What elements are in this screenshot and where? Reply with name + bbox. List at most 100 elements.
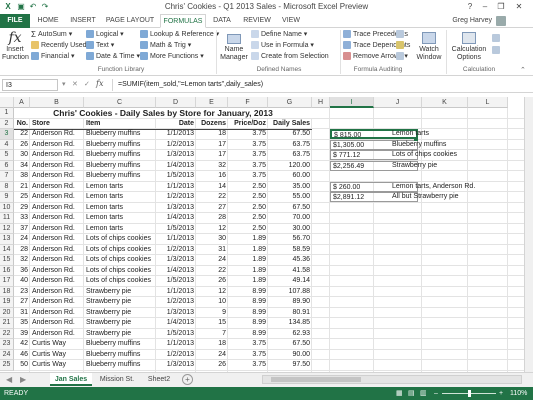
table-cell[interactable]: 90.00 <box>268 350 312 360</box>
table-cell[interactable]: 33 <box>14 213 30 223</box>
table-cell[interactable]: Lots of chips cookies <box>84 266 156 276</box>
column-header[interactable]: F <box>228 97 268 108</box>
error-checking-icon[interactable] <box>396 41 406 50</box>
summary-label-cell[interactable]: Blueberry muffins <box>390 140 500 150</box>
table-cell[interactable]: 1/1/2013 <box>156 129 196 139</box>
table-cell[interactable]: 1/5/2013 <box>156 224 196 234</box>
table-cell[interactable]: 62.93 <box>268 329 312 339</box>
table-cell[interactable]: Lemon tarts <box>84 192 156 202</box>
table-cell[interactable]: Anderson Rd. <box>30 171 84 181</box>
tab-home[interactable]: HOME <box>33 14 63 28</box>
zoom-slider-thumb[interactable] <box>468 390 471 397</box>
table-cell[interactable]: 120.00 <box>268 161 312 171</box>
table-cell[interactable]: 7 <box>196 329 228 339</box>
table-cell[interactable]: 42 <box>14 339 30 349</box>
table-cell[interactable]: Curtis Way <box>30 339 84 349</box>
table-cell[interactable]: 1/4/2013 <box>156 318 196 328</box>
row-header[interactable]: 14 <box>0 244 14 255</box>
formula-input[interactable]: =SUMIF(item_sold,"=Lemon tarts",daily_sa… <box>112 79 530 91</box>
enter-icon[interactable]: ✓ <box>84 80 90 88</box>
table-cell[interactable]: 1/4/2013 <box>156 266 196 276</box>
name-box-dropdown-icon[interactable]: ▾ <box>62 80 66 88</box>
table-cell[interactable]: Anderson Rd. <box>30 308 84 318</box>
table-cell[interactable]: 63.75 <box>268 150 312 160</box>
more-functions-button[interactable]: More Functions ▾ <box>140 52 204 61</box>
summary-label-cell[interactable]: All but Strawberry pie <box>390 192 500 202</box>
table-cell[interactable]: 35.00 <box>268 182 312 192</box>
table-cell[interactable]: Lots of chips cookies <box>84 276 156 286</box>
column-header[interactable]: L <box>468 97 508 108</box>
table-cell[interactable]: 25 <box>14 192 30 202</box>
lookup-reference-button[interactable]: Lookup & Reference ▾ <box>140 30 219 39</box>
table-cell[interactable]: Lemon tarts <box>84 203 156 213</box>
table-cell[interactable]: 30 <box>196 234 228 244</box>
table-cell[interactable]: 29 <box>14 203 30 213</box>
table-cell[interactable]: 1.89 <box>228 255 268 265</box>
table-cell[interactable]: 56.70 <box>268 234 312 244</box>
zoom-slider[interactable] <box>442 390 496 397</box>
recently-used-button[interactable]: Recently Used ▾ <box>31 41 92 50</box>
table-cell[interactable]: 10 <box>196 297 228 307</box>
table-cell[interactable]: 8.99 <box>228 329 268 339</box>
logical-button[interactable]: Logical ▾ <box>86 30 124 39</box>
table-cell[interactable]: 16 <box>196 171 228 181</box>
row-header[interactable]: 17 <box>0 276 14 287</box>
row-header[interactable]: 2 <box>0 118 14 129</box>
column-header[interactable]: C <box>84 97 156 108</box>
table-cell[interactable]: 24 <box>196 350 228 360</box>
use-in-formula-button[interactable]: Use in Formula ▾ <box>251 41 314 50</box>
table-cell[interactable]: 58.59 <box>268 245 312 255</box>
table-cell[interactable]: 8.99 <box>228 318 268 328</box>
summary-label-cell[interactable]: Strawberry pie <box>390 161 500 171</box>
table-cell[interactable]: 1.89 <box>228 266 268 276</box>
table-cell[interactable]: 63.75 <box>268 140 312 150</box>
row-header[interactable]: 16 <box>0 265 14 276</box>
table-cell[interactable]: Blueberry muffins <box>84 161 156 171</box>
user-name[interactable]: Greg Harvey <box>432 14 492 28</box>
table-cell[interactable]: 1/2/2013 <box>156 192 196 202</box>
table-cell[interactable]: 3.75 <box>228 360 268 370</box>
column-header[interactable]: B <box>30 97 84 108</box>
table-cell[interactable]: 3.75 <box>228 150 268 160</box>
table-cell[interactable]: 1/5/2013 <box>156 329 196 339</box>
table-cell[interactable]: 2.50 <box>228 203 268 213</box>
row-header[interactable]: 19 <box>0 297 14 308</box>
table-cell[interactable]: 1/3/2013 <box>156 308 196 318</box>
table-cell[interactable]: 24 <box>14 234 30 244</box>
zoom-in-icon[interactable]: + <box>499 387 503 400</box>
row-header[interactable]: 20 <box>0 307 14 318</box>
table-cell[interactable]: Curtis Way <box>30 350 84 360</box>
summary-label-cell[interactable]: Lemon tarts, Anderson Rd. <box>390 182 500 192</box>
table-cell[interactable]: Anderson Rd. <box>30 329 84 339</box>
row-header[interactable]: 21 <box>0 318 14 329</box>
table-cell[interactable]: 3.75 <box>228 161 268 171</box>
sheet-tab-sheet2[interactable]: Sheet2 <box>142 373 176 386</box>
table-cell[interactable]: 17 <box>196 150 228 160</box>
table-cell[interactable]: Anderson Rd. <box>30 224 84 234</box>
table-cell[interactable]: Anderson Rd. <box>30 266 84 276</box>
table-cell[interactable]: 55.00 <box>268 192 312 202</box>
sheet-tab-mission-st[interactable]: Mission St. <box>95 373 139 386</box>
table-cell[interactable]: 28 <box>196 213 228 223</box>
cancel-icon[interactable]: ✕ <box>72 80 78 88</box>
table-cell[interactable]: Strawberry pie <box>84 308 156 318</box>
column-header[interactable]: G <box>268 97 312 108</box>
table-cell[interactable]: 1.89 <box>228 276 268 286</box>
table-cell[interactable]: 60.00 <box>268 171 312 181</box>
row-header[interactable]: 18 <box>0 286 14 297</box>
table-cell[interactable]: 23 <box>14 287 30 297</box>
table-cell[interactable]: 97.50 <box>268 360 312 370</box>
table-cell[interactable]: 26 <box>14 140 30 150</box>
table-cell[interactable]: 14 <box>196 182 228 192</box>
scroll-right-icon[interactable]: ▶ <box>20 375 26 384</box>
table-cell[interactable]: 46 <box>14 350 30 360</box>
close-button[interactable]: ✕ <box>512 1 526 12</box>
table-cell[interactable]: Lemon tarts <box>84 213 156 223</box>
table-cell[interactable]: 3.75 <box>228 129 268 139</box>
text-button[interactable]: Text ▾ <box>86 41 114 50</box>
table-cell[interactable]: Blueberry muffins <box>84 360 156 370</box>
table-cell[interactable]: 1/3/2013 <box>156 150 196 160</box>
table-cell[interactable]: 1/1/2013 <box>156 339 196 349</box>
table-cell[interactable]: 22 <box>196 266 228 276</box>
row-header[interactable]: 4 <box>0 139 14 150</box>
